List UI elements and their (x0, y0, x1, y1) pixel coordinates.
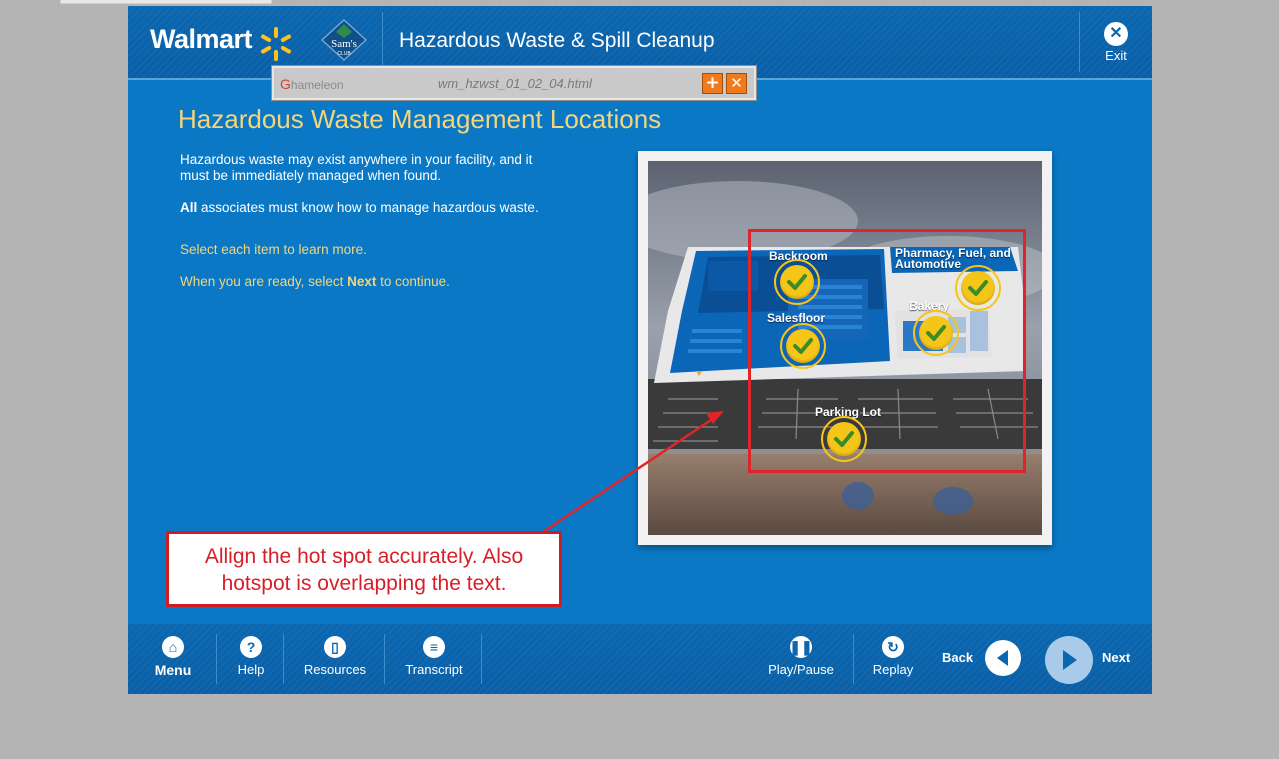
chevron-right-icon (1063, 650, 1077, 670)
sams-club-logo: Sam's CLUB (320, 18, 368, 62)
footer-divider (481, 634, 482, 684)
sams-logo-sub: CLUB (337, 51, 351, 57)
help-icon: ? (240, 636, 262, 658)
help-button[interactable]: ? Help (232, 636, 270, 677)
resources-label: Resources (303, 662, 367, 677)
course-player: Walmart Sam's CLUB Hazardous Waste & Spi… (128, 6, 1152, 694)
play-pause-label: Play/Pause (768, 662, 834, 677)
transcript-button[interactable]: ≡ Transcript (400, 636, 468, 677)
menu-label: Menu (154, 662, 192, 678)
instruction-select-items: Select each item to learn more. (180, 242, 367, 257)
exit-label: Exit (1105, 48, 1127, 63)
help-label: Help (237, 662, 265, 677)
resources-button[interactable]: ▯ Resources (300, 636, 370, 677)
menu-button[interactable]: ⌂ Menu (152, 636, 194, 678)
back-label[interactable]: Back (942, 650, 973, 665)
review-comment-line2: hotspot is overlapping the text. (221, 572, 507, 595)
pause-icon: ❚❚ (789, 636, 813, 658)
chameleon-filename: wm_hzwst_01_02_04.html (438, 76, 592, 91)
replay-icon: ↻ (882, 636, 904, 658)
footer-divider (853, 634, 854, 684)
page-title: Hazardous Waste Management Locations (178, 104, 662, 134)
walmart-logo: Walmart (150, 24, 253, 54)
next-label[interactable]: Next (1102, 650, 1130, 665)
associates-paragraph: All associates must know how to manage h… (180, 200, 539, 215)
header-divider (382, 12, 383, 72)
intro-paragraph: Hazardous waste may exist anywhere in yo… (180, 152, 533, 183)
play-pause-button[interactable]: ❚❚ Play/Pause (764, 636, 838, 677)
next-button[interactable] (1045, 636, 1093, 684)
transcript-label: Transcript (405, 662, 463, 677)
replay-button[interactable]: ↻ Replay (868, 636, 918, 677)
instruction-next: When you are ready, select Next to conti… (180, 274, 450, 289)
exit-button[interactable]: ✕ Exit (1094, 22, 1138, 63)
review-highlight-rectangle (748, 229, 1026, 473)
review-comment-line1: Allign the hot spot accurately. Also (204, 545, 524, 568)
review-comment-callout: Allign the hot spot accurately. Also hot… (166, 531, 562, 607)
sams-logo-text: Sam's (331, 38, 357, 50)
footer-divider (384, 634, 385, 684)
list-icon: ≡ (423, 636, 445, 658)
chevron-left-icon (997, 650, 1008, 666)
home-icon: ⌂ (162, 636, 184, 658)
chameleon-logo: Ghameleon (280, 76, 344, 92)
chameleon-add-button[interactable]: + (702, 73, 723, 94)
replay-label: Replay (872, 662, 914, 677)
chameleon-toolbar: Ghameleon wm_hzwst_01_02_04.html + ✕ (272, 66, 756, 100)
document-icon: ▯ (324, 636, 346, 658)
footer-divider (216, 634, 217, 684)
close-icon: ✕ (1104, 22, 1128, 46)
browser-tab-stub (60, 0, 272, 4)
footer-divider (283, 634, 284, 684)
footer-navigation: ⌂ Menu ? Help ▯ Resources ≡ Transcript ❚… (128, 624, 1152, 694)
walmart-spark-icon (261, 27, 291, 61)
chameleon-close-button[interactable]: ✕ (726, 73, 747, 94)
back-button[interactable] (985, 640, 1021, 676)
course-title: Hazardous Waste & Spill Cleanup (399, 29, 715, 52)
header-divider (1079, 12, 1080, 72)
